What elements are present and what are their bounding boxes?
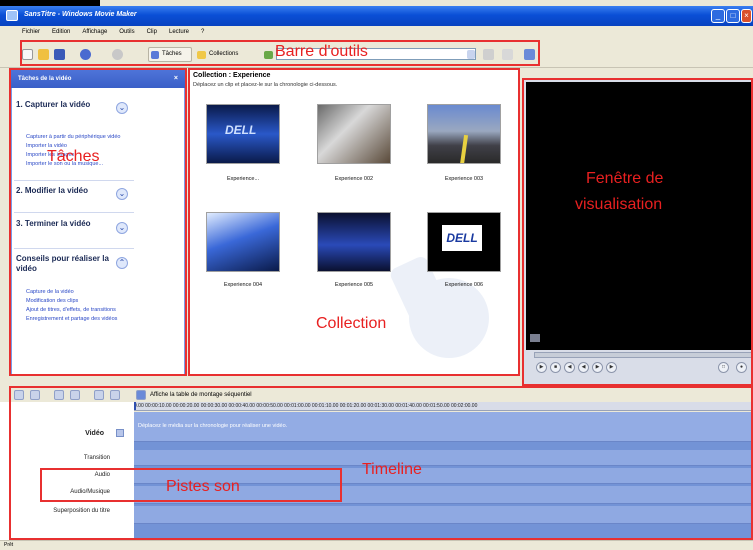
menu-outils[interactable]: Outils (113, 26, 140, 35)
preview-annotation-label-1: Fenêtre de (586, 170, 664, 187)
menu-help[interactable]: ? (195, 26, 210, 35)
tasks-annotation-label: Tâches (47, 148, 100, 165)
menu-fichier[interactable]: Fichier (16, 26, 46, 35)
movie-maker-window: SansTitre - Windows Movie Maker _ □ × Fi… (0, 0, 753, 550)
preview-annotation-label-2: visualisation (575, 196, 663, 213)
menu-edition[interactable]: Edition (46, 26, 76, 35)
window-title: SansTitre - Windows Movie Maker (24, 11, 137, 18)
minimize-button[interactable]: _ (711, 9, 725, 23)
menu-affichage[interactable]: Affichage (76, 26, 113, 35)
menu-lecture[interactable]: Lecture (163, 26, 195, 35)
timeline-annotation-label: Timeline (362, 461, 422, 478)
tasks-annotation-box (9, 68, 187, 376)
menu-bar: Fichier Edition Affichage Outils Clip Lecture… (0, 26, 753, 40)
status-text: Prêt (4, 542, 14, 548)
close-button[interactable]: × (741, 9, 752, 23)
maximize-button[interactable]: □ (726, 9, 740, 23)
sound-tracks-annotation-label: Pistes son (166, 478, 240, 495)
preview-annotation-box (522, 78, 753, 386)
menu-clip[interactable]: Clip (141, 26, 163, 35)
app-icon (6, 10, 18, 21)
collection-annotation-label: Collection (316, 315, 387, 332)
title-bar: SansTitre - Windows Movie Maker _ □ × (0, 6, 753, 26)
status-bar: Prêt (0, 540, 753, 550)
toolbar-annotation-label: Barre d'outils (275, 43, 368, 60)
